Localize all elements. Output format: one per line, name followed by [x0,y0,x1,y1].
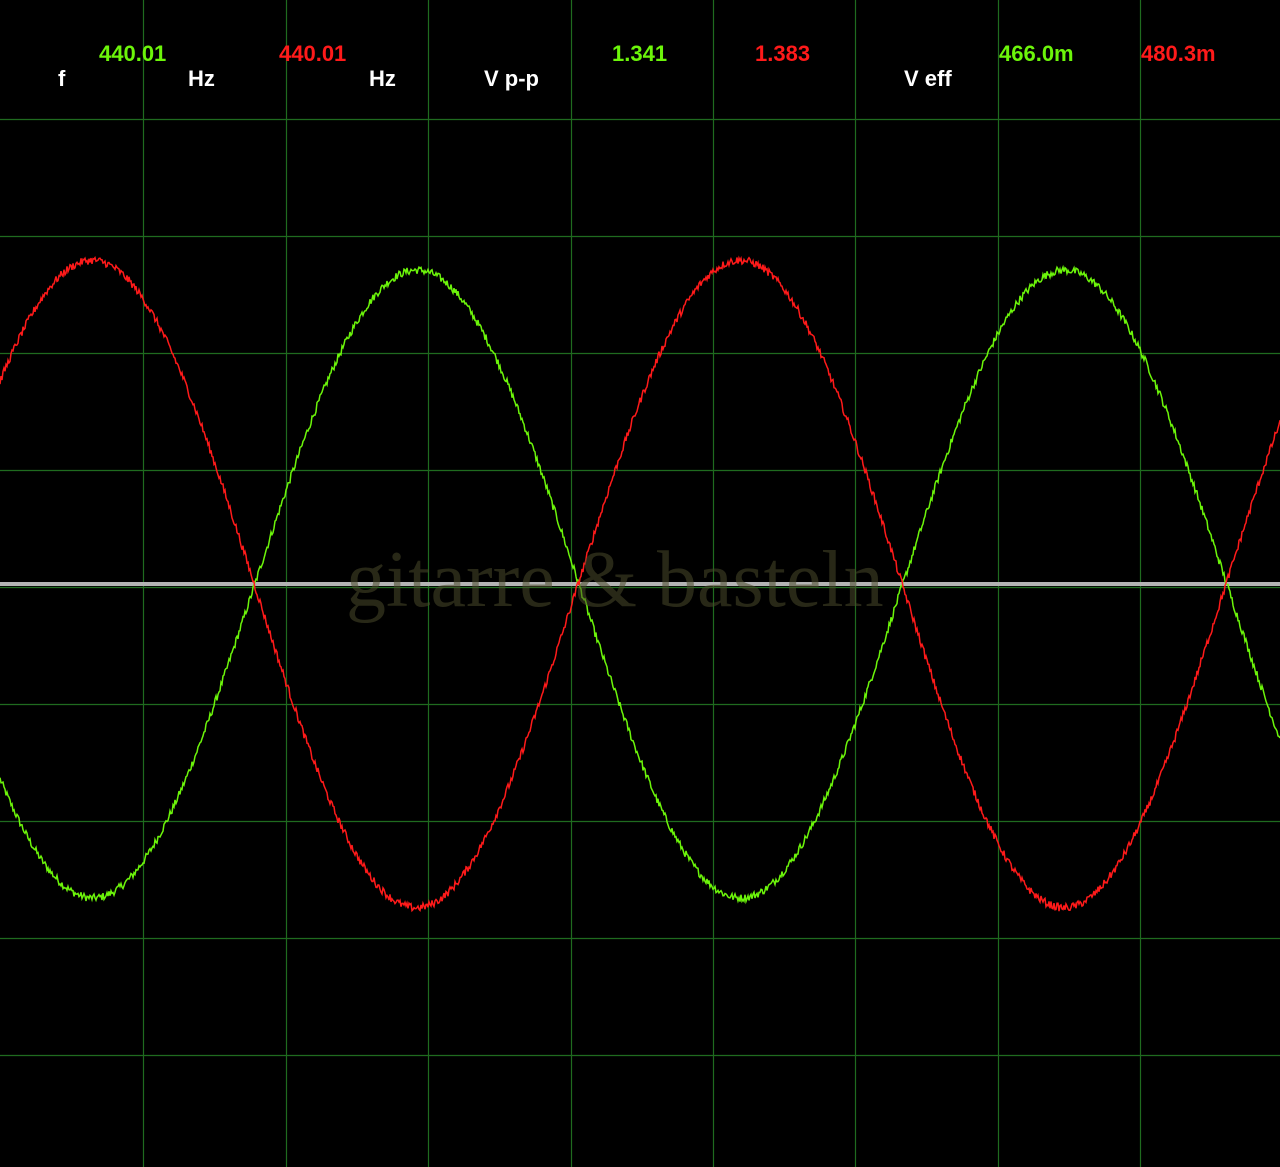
vpp-label: V p-p [484,66,539,91]
frequency-unit-2: Hz [369,66,396,91]
ch2-vpp-value: 1.383 [755,41,811,66]
oscilloscope-screen [0,0,1280,1167]
frequency-label: f [58,66,66,91]
frequency-unit-1: Hz [188,66,215,91]
ch1-veff-value: 466.0m [999,41,1074,66]
ch2-veff-value: 480.3m [1141,41,1216,66]
ch1-vpp-value: 1.341 [612,41,668,66]
ch1-frequency-value: 440.01 [99,41,167,66]
ch2-frequency-value: 440.01 [279,41,347,66]
veff-label: V eff [904,66,952,91]
